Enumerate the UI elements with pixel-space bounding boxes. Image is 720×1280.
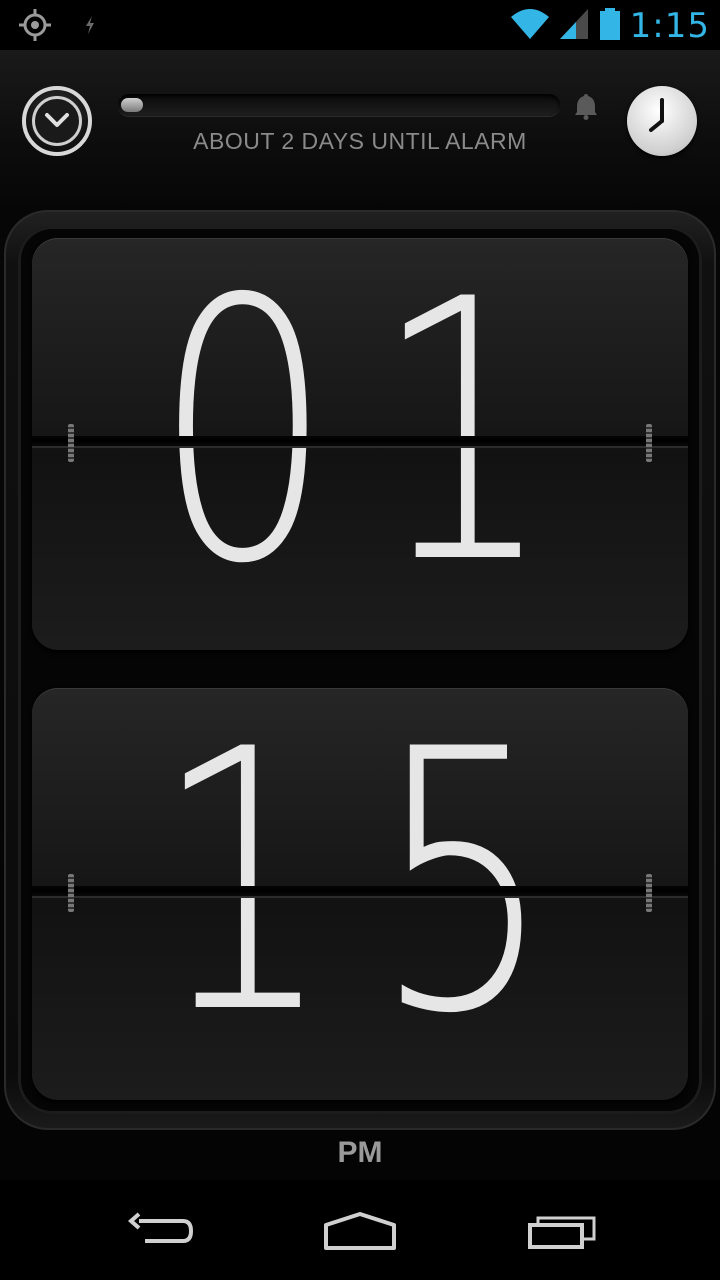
status-right: 1:15 — [510, 6, 710, 46]
hinge-left — [68, 874, 74, 912]
battery-icon — [598, 7, 622, 46]
minute-digit-1: 1 — [154, 688, 333, 1092]
alarm-progress-bar — [118, 94, 560, 116]
signal-icon — [558, 7, 590, 46]
hours-card-split — [32, 436, 688, 446]
minutes-card-split — [32, 886, 688, 896]
alarm-countdown-text: ABOUT 2 DAYS UNTIL ALARM — [193, 128, 527, 154]
gps-icon — [18, 8, 52, 47]
hinge-right — [646, 424, 652, 462]
minutes-card: 1 5 — [32, 688, 688, 1100]
back-button[interactable] — [120, 1208, 200, 1258]
collapse-button[interactable] — [22, 86, 92, 156]
alarm-progress-fill — [121, 98, 143, 112]
chevron-down-icon — [32, 96, 82, 146]
hours-card: 0 1 — [32, 238, 688, 650]
navigation-bar — [0, 1180, 720, 1280]
am-pm-label: PM — [337, 1136, 383, 1169]
home-icon — [322, 1211, 398, 1256]
hour-digit-1: 0 — [154, 238, 333, 642]
back-icon — [125, 1211, 195, 1256]
hours-card-split-shine — [32, 446, 688, 448]
recent-apps-button[interactable] — [522, 1208, 602, 1258]
status-bar: 1:15 — [0, 0, 720, 50]
status-left — [18, 8, 100, 47]
hinge-right — [646, 874, 652, 912]
status-time: 1:15 — [629, 6, 710, 46]
clock-button[interactable] — [627, 86, 697, 156]
recent-apps-icon — [526, 1211, 598, 1256]
bluetooth-icon — [80, 13, 100, 42]
hinge-left — [68, 424, 74, 462]
alarm-clock-screen: 1:15 ABOUT 2 DAYS UNTIL ALARM 0 1 1 5 PM — [0, 0, 720, 1280]
hour-digit-2: 1 — [374, 238, 553, 642]
minutes-card-split-shine — [32, 896, 688, 898]
bell-icon — [574, 92, 598, 120]
app-area: ABOUT 2 DAYS UNTIL ALARM 0 1 1 5 PM — [0, 50, 720, 1180]
clock-icon — [627, 98, 697, 160]
minute-digit-2: 5 — [374, 688, 553, 1092]
home-button[interactable] — [320, 1208, 400, 1258]
wifi-icon — [510, 7, 550, 46]
flip-clock-frame: 0 1 1 5 — [4, 210, 716, 1130]
